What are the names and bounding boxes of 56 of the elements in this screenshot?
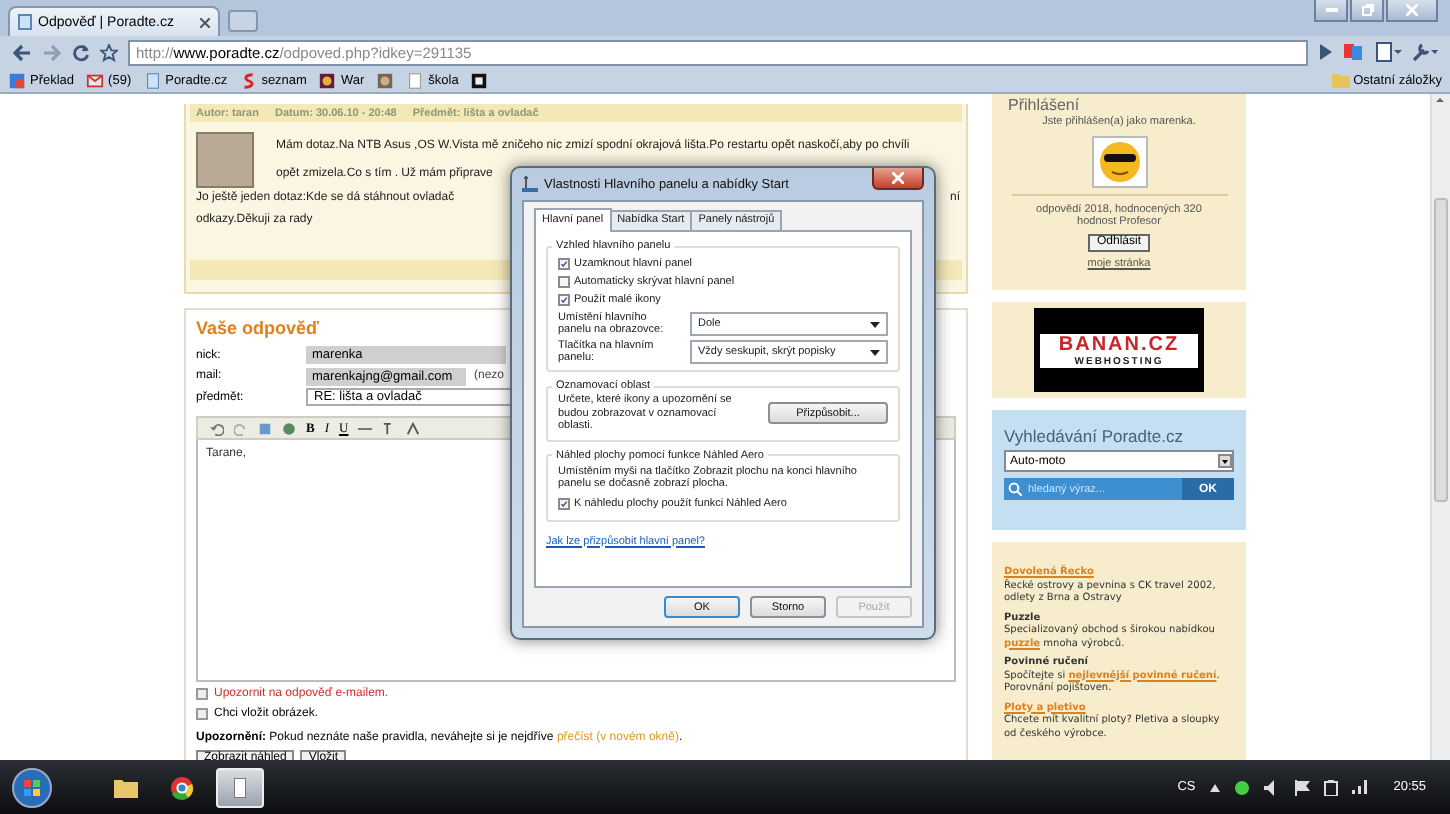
square-icon <box>470 71 489 89</box>
page-menu-icon[interactable] <box>1376 42 1402 62</box>
text-size-icon[interactable] <box>382 421 397 435</box>
caret-icon <box>1218 454 1232 468</box>
sunglasses-smiley-icon <box>1091 136 1147 188</box>
checkbox[interactable] <box>558 275 570 287</box>
translate-icon <box>8 71 26 89</box>
back-icon[interactable] <box>12 43 32 61</box>
browser-icon[interactable] <box>170 775 194 800</box>
s-logo-icon <box>239 71 258 89</box>
panel-title: Vyhledávání Poradte.cz <box>1004 426 1185 446</box>
checkbox[interactable] <box>558 293 570 305</box>
minimize-icon <box>1325 8 1337 12</box>
bookmark-link[interactable] <box>470 71 489 89</box>
checkbox[interactable] <box>196 687 208 699</box>
star-icon[interactable] <box>100 43 118 61</box>
search-icon <box>1008 482 1022 496</box>
close-button[interactable] <box>872 168 924 190</box>
up-arrow-icon[interactable] <box>1209 783 1220 792</box>
checkbox[interactable] <box>196 707 208 719</box>
mail-icon <box>86 71 105 89</box>
caret-icon <box>870 321 880 327</box>
taskbar-settings-icon <box>522 176 538 192</box>
section-title: Vaše odpověď <box>196 318 319 338</box>
caret-icon <box>870 349 880 355</box>
document-icon <box>406 71 425 89</box>
reload-icon[interactable] <box>72 43 90 61</box>
bookmark-icon[interactable] <box>1342 42 1366 62</box>
page-icon <box>143 71 162 89</box>
minimize-button[interactable] <box>1314 0 1348 22</box>
photo-icon <box>376 71 395 89</box>
speaker-icon[interactable] <box>1263 779 1280 796</box>
maximize-button[interactable] <box>1350 0 1384 22</box>
close-icon <box>1406 4 1418 16</box>
checkbox[interactable] <box>558 498 570 510</box>
avatar-picture <box>196 132 254 188</box>
close-icon <box>892 172 904 184</box>
signal-icon[interactable] <box>1351 780 1368 795</box>
taskbar-window-button[interactable] <box>216 767 264 808</box>
page-icon <box>18 14 32 30</box>
folder-icon[interactable] <box>114 777 138 798</box>
panel-title: Přihlášení <box>1008 96 1080 114</box>
folder-icon <box>1331 72 1350 88</box>
scrollbar-thumb[interactable] <box>1434 198 1448 502</box>
window-icon <box>234 777 246 798</box>
restore-icon <box>1361 4 1373 16</box>
undo-icon[interactable] <box>210 421 224 435</box>
battery-icon[interactable] <box>1323 779 1338 796</box>
banner-brand: BANAN.CZ <box>1040 333 1198 355</box>
flag-icon[interactable] <box>1293 779 1310 796</box>
checkbox[interactable] <box>558 257 570 269</box>
start-orb-icon[interactable] <box>12 767 52 808</box>
wrench-icon[interactable] <box>1412 42 1438 62</box>
play-icon[interactable] <box>1318 44 1332 60</box>
close-icon[interactable] <box>200 17 210 27</box>
game-icon <box>318 71 337 89</box>
